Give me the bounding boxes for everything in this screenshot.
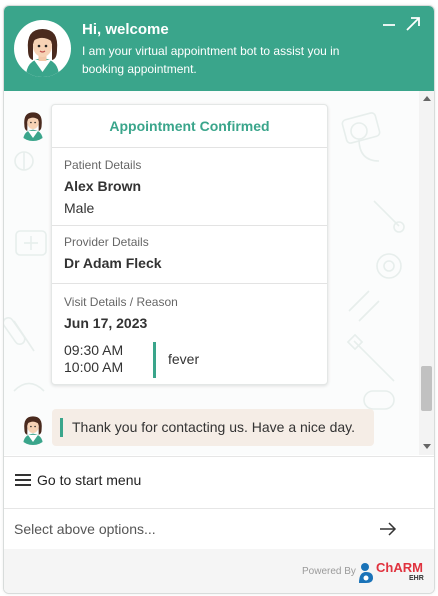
chat-area: Appointment Confirmed Patient Details Al… bbox=[4, 91, 434, 455]
powered-by-label: Powered By bbox=[302, 566, 356, 577]
message-input-row bbox=[4, 508, 434, 550]
expand-icon[interactable] bbox=[405, 16, 421, 32]
visit-reason: fever bbox=[168, 351, 200, 367]
visit-start-time: 09:30 AM bbox=[64, 342, 124, 358]
header-subtitle: I am your virtual appointment bot to ass… bbox=[82, 44, 340, 76]
brand-name: ChARM bbox=[376, 560, 423, 575]
visit-details-label: Visit Details / Reason bbox=[64, 295, 178, 309]
scroll-thumb[interactable] bbox=[421, 366, 432, 411]
bot-message-text: Thank you for contacting us. Have a nice… bbox=[72, 419, 356, 435]
chat-scrollbar[interactable] bbox=[419, 91, 434, 455]
visit-divider bbox=[153, 342, 156, 378]
visit-end-time: 10:00 AM bbox=[64, 359, 124, 375]
bot-avatar-icon bbox=[16, 107, 50, 141]
provider-details-label: Provider Details bbox=[64, 235, 149, 249]
charm-logo-icon bbox=[359, 563, 373, 583]
provider-details-section: Provider Details Dr Adam Fleck bbox=[52, 226, 327, 284]
patient-gender: Male bbox=[64, 200, 95, 216]
bot-message: Thank you for contacting us. Have a nice… bbox=[52, 409, 374, 446]
patient-details-section: Patient Details Alex Brown Male bbox=[52, 148, 327, 226]
visit-date: Jun 17, 2023 bbox=[64, 315, 148, 331]
minimize-icon[interactable] bbox=[381, 16, 397, 32]
appointment-card: Appointment Confirmed Patient Details Al… bbox=[51, 104, 328, 385]
message-accent-bar bbox=[60, 418, 63, 437]
scroll-up-arrow-icon[interactable] bbox=[423, 96, 431, 101]
header-title: Hi, welcome bbox=[82, 21, 169, 38]
start-menu-label: Go to start menu bbox=[37, 472, 142, 488]
bot-avatar-icon bbox=[14, 20, 71, 77]
charm-ehr-logo: ChARM EHR bbox=[357, 559, 427, 585]
message-input[interactable] bbox=[14, 517, 354, 541]
patient-name: Alex Brown bbox=[64, 178, 142, 194]
menu-icon bbox=[15, 474, 31, 486]
send-arrow-icon[interactable] bbox=[378, 521, 398, 537]
brand-sub: EHR bbox=[409, 575, 424, 582]
chat-widget: Hi, welcome I am your virtual appointmen… bbox=[3, 5, 435, 594]
provider-name: Dr Adam Fleck bbox=[64, 255, 162, 271]
scroll-down-arrow-icon[interactable] bbox=[423, 444, 431, 449]
start-menu-button[interactable]: Go to start menu bbox=[4, 456, 434, 502]
bot-avatar-icon bbox=[16, 411, 50, 445]
footer: Powered By ChARM EHR bbox=[4, 549, 434, 593]
chat-header: Hi, welcome I am your virtual appointmen… bbox=[4, 6, 434, 91]
patient-details-label: Patient Details bbox=[64, 158, 142, 172]
appointment-card-title: Appointment Confirmed bbox=[52, 105, 327, 148]
